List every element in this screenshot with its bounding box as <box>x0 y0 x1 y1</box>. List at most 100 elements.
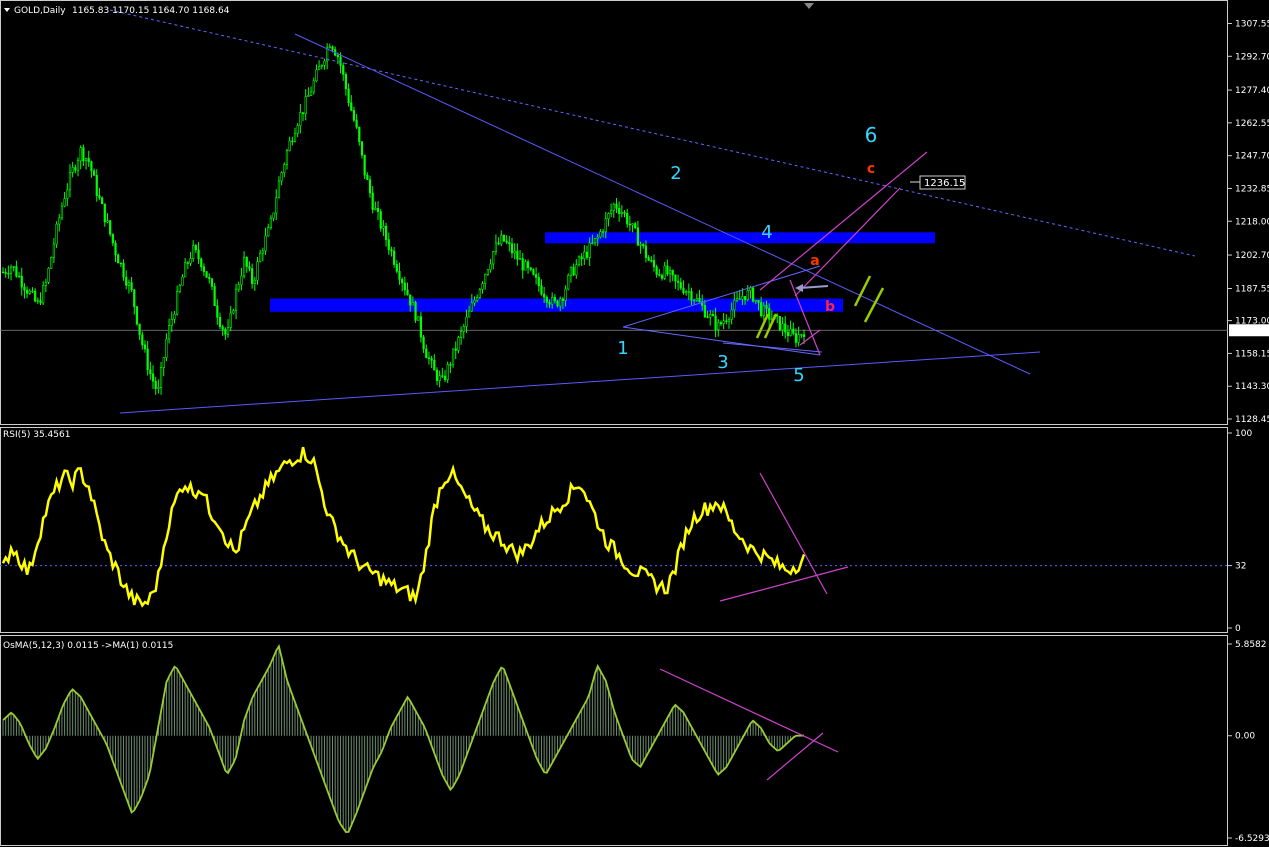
candle-body <box>660 274 664 279</box>
candle-body <box>620 212 623 214</box>
candle-body <box>84 158 88 162</box>
candle-body <box>393 250 396 265</box>
candle-body <box>650 260 653 262</box>
candle-body <box>714 315 717 330</box>
osma-axis-label: 5.8582 <box>1235 640 1267 650</box>
wedge-line-b <box>799 329 821 346</box>
osma-axis-label: -6.5293 <box>1235 834 1269 844</box>
candle-body <box>352 110 356 121</box>
candle-body <box>559 298 562 307</box>
candle-body <box>34 290 37 302</box>
candle-body <box>82 147 85 162</box>
price-candles <box>1 43 806 395</box>
candle-body <box>320 65 323 67</box>
price-axis-label: 1128.45 <box>1235 415 1269 425</box>
candle-body <box>138 323 141 336</box>
candle-body <box>218 316 222 328</box>
ascending-trendline <box>119 351 1041 414</box>
candle-body <box>762 305 765 317</box>
candle-body <box>468 310 471 318</box>
candle-body <box>119 262 122 265</box>
candle-body <box>133 289 136 307</box>
candle-body <box>141 334 144 346</box>
candle-body <box>537 277 540 287</box>
candle-body <box>743 296 747 301</box>
candle-body <box>593 238 597 244</box>
candle-body <box>735 298 739 301</box>
candle-body <box>449 364 452 366</box>
candle-body <box>275 197 278 214</box>
candle-body <box>695 297 698 301</box>
candle-body <box>441 375 444 377</box>
candle-body <box>229 312 232 328</box>
target-label: 1236.15 <box>924 178 965 189</box>
candle-body <box>366 174 369 180</box>
candle-body <box>698 297 701 303</box>
candle-body <box>4 271 7 274</box>
price-axis-label: 1262.55 <box>1235 119 1269 129</box>
candle-body <box>532 269 535 275</box>
candle-body <box>178 285 181 292</box>
candle-body <box>505 240 508 243</box>
candle-body <box>727 319 731 322</box>
candle-body <box>722 320 725 325</box>
candle-body <box>500 234 503 245</box>
price-axis-label: 1232.85 <box>1235 184 1269 194</box>
candle-body <box>687 291 690 293</box>
candle-body <box>52 243 55 258</box>
mark-slash <box>853 275 872 307</box>
candle-body <box>323 60 326 66</box>
dashed-upper-trendline <box>109 9 1196 257</box>
candle-body <box>79 147 82 162</box>
candle-body <box>87 158 90 162</box>
candle-body <box>679 282 682 289</box>
candle-body <box>596 236 599 239</box>
candle-body <box>443 375 447 380</box>
dropdown-triangle-icon[interactable] <box>4 8 10 12</box>
candle-body <box>170 319 173 326</box>
candle-body <box>331 46 334 50</box>
candle-body <box>186 262 189 264</box>
candle-body <box>551 296 554 305</box>
wave-label-3: 3 <box>717 352 728 373</box>
candle-body <box>476 297 479 301</box>
candle-body <box>44 281 47 286</box>
candle-body <box>74 167 77 171</box>
candle-body <box>631 223 634 226</box>
candle-body <box>245 257 248 267</box>
candle-body <box>663 265 666 279</box>
candle-body <box>344 74 348 90</box>
candle-body <box>106 220 109 223</box>
candle-body <box>666 265 669 275</box>
shift-marker-icon[interactable] <box>804 3 814 9</box>
candle-body <box>111 233 114 244</box>
candle-body <box>800 334 803 336</box>
candle-body <box>768 308 771 320</box>
candle-body <box>601 231 605 233</box>
candle-body <box>358 127 361 143</box>
candle-body <box>197 249 200 260</box>
descending-trendline <box>294 33 1031 375</box>
candle-body <box>786 331 790 337</box>
candle-body <box>167 325 171 340</box>
candle-body <box>508 242 511 245</box>
rsi-axis-label: 32 <box>1235 562 1246 572</box>
candle-body <box>261 250 264 254</box>
candle-body <box>202 266 206 272</box>
candle-body <box>765 305 768 309</box>
trading-chart[interactable]: 1307.55 1292.70 1277.40 1262.55 1247.70 1232.… <box>0 0 1269 847</box>
price-axis-label: 1187.55 <box>1235 284 1269 294</box>
candle-body <box>545 296 548 303</box>
osma-pane-frame <box>0 635 1228 846</box>
candle-body <box>414 301 417 321</box>
candle-body <box>489 263 492 271</box>
candle-body <box>425 348 428 359</box>
candle-body <box>387 239 390 250</box>
wave-label-6: 6 <box>865 123 878 147</box>
candle-body <box>176 291 179 315</box>
candle-body <box>293 132 297 142</box>
candle-body <box>347 88 350 104</box>
candle-body <box>647 257 650 261</box>
candle-body <box>417 316 420 321</box>
candle-body <box>556 300 559 307</box>
